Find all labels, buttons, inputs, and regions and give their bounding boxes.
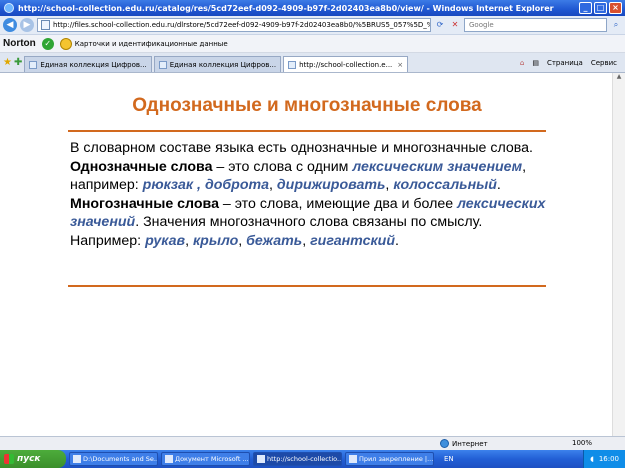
norton-toolbar: Norton ✓ Карточки и идентификационные да… bbox=[0, 35, 625, 53]
separator: , bbox=[193, 177, 205, 193]
example-word: дирижировать bbox=[276, 177, 386, 193]
start-button[interactable]: пуск bbox=[0, 450, 66, 468]
document-icon bbox=[165, 455, 173, 463]
ie-icon bbox=[257, 455, 265, 463]
address-url: http://files.school-collection.edu.ru/dl… bbox=[53, 21, 430, 29]
tab-label: Единая коллекция Цифров... bbox=[169, 60, 277, 69]
presentation-icon bbox=[349, 455, 357, 463]
taskbar-item-presentation[interactable]: Прил закрепление |... bbox=[345, 452, 434, 466]
back-button[interactable]: ◀ bbox=[3, 18, 17, 32]
example-word: колоссальный bbox=[393, 177, 497, 193]
folder-icon bbox=[73, 455, 81, 463]
separator: , bbox=[185, 232, 193, 249]
task-label: Документ Microsoft ... bbox=[175, 455, 249, 463]
search-icon[interactable]: ⌕ bbox=[610, 19, 622, 31]
top-divider bbox=[68, 130, 546, 132]
zone-label: Интернет bbox=[452, 439, 488, 448]
taskbar: пуск D:\Documents and Se... Документ Mic… bbox=[0, 450, 625, 468]
page-menu[interactable]: Страница bbox=[547, 59, 583, 67]
page-heading: Однозначные и многозначные слова bbox=[132, 95, 482, 116]
page-content: Однозначные и многозначные слова В слова… bbox=[0, 73, 612, 436]
zoom-level[interactable]: 100% bbox=[572, 439, 592, 447]
link-lexical-meaning[interactable]: лексическим значением bbox=[352, 159, 522, 175]
norton-check-icon[interactable]: ✓ bbox=[41, 37, 54, 50]
example-word: бежать bbox=[246, 232, 303, 249]
identity-card-icon bbox=[59, 37, 72, 50]
address-field[interactable]: http://files.school-collection.edu.ru/dl… bbox=[37, 18, 431, 32]
taskbar-item-browser[interactable]: http://school-collectio... bbox=[253, 452, 342, 466]
tab-label: http://school-collection.e... bbox=[299, 60, 393, 69]
text: – это слова, имеющие два и более bbox=[218, 195, 458, 212]
security-zone[interactable]: Интернет bbox=[440, 439, 488, 448]
volume-icon[interactable]: ◖ bbox=[590, 455, 594, 463]
tab-1[interactable]: Единая коллекция Цифров... bbox=[24, 56, 152, 72]
system-tray: ◖ 16:00 bbox=[583, 450, 625, 468]
example-word: рукав bbox=[145, 232, 186, 249]
text: . bbox=[496, 177, 501, 193]
language-indicator[interactable]: EN bbox=[444, 455, 454, 463]
intro-paragraph: В словарном составе языка есть однозначн… bbox=[70, 140, 533, 156]
example-word: крыло bbox=[192, 232, 239, 249]
home-icon[interactable]: ⌂ bbox=[520, 59, 524, 67]
windows-logo-icon bbox=[4, 454, 14, 464]
term-single: Однозначные слова bbox=[70, 158, 213, 175]
address-toolbar: ◀ ▶ http://files.school-collection.edu.r… bbox=[0, 16, 625, 35]
stop-icon[interactable]: ✕ bbox=[449, 19, 461, 31]
separator: , bbox=[302, 232, 311, 249]
search-input[interactable]: Google bbox=[464, 18, 607, 32]
favorites-star-icon[interactable]: ★ bbox=[3, 57, 12, 68]
vertical-scrollbar[interactable]: ▲ bbox=[612, 73, 625, 436]
term-multi: Многозначные слова bbox=[70, 195, 219, 212]
task-label: D:\Documents and Se... bbox=[83, 455, 158, 463]
scroll-up-icon[interactable]: ▲ bbox=[613, 73, 625, 83]
tab-page-icon bbox=[29, 60, 38, 69]
globe-icon bbox=[440, 439, 449, 448]
window-title-bar[interactable]: http://school-collection.edu.ru/catalog/… bbox=[0, 0, 625, 16]
clock[interactable]: 16:00 bbox=[599, 455, 619, 463]
cards-button[interactable]: Карточки и идентификационные данные bbox=[59, 37, 228, 50]
taskbar-item-explorer[interactable]: D:\Documents and Se... bbox=[69, 452, 158, 466]
close-button[interactable]: × bbox=[609, 2, 622, 14]
example-word: рюкзак bbox=[142, 177, 194, 193]
start-label: пуск bbox=[17, 454, 41, 464]
page-icon bbox=[41, 20, 50, 30]
print-icon[interactable]: ▤ bbox=[532, 59, 539, 67]
forward-button[interactable]: ▶ bbox=[20, 18, 34, 32]
taskbar-item-word[interactable]: Документ Microsoft ... bbox=[161, 452, 250, 466]
tab-page-icon bbox=[158, 60, 167, 69]
tabs-bar: ★ ✚ Единая коллекция Цифров... Единая ко… bbox=[0, 53, 625, 73]
refresh-icon[interactable]: ⟳ bbox=[434, 19, 446, 31]
task-label: http://school-collectio... bbox=[267, 455, 342, 463]
tab-close-icon[interactable]: × bbox=[397, 61, 403, 69]
bottom-divider bbox=[68, 285, 546, 287]
norton-logo[interactable]: Norton bbox=[3, 38, 36, 49]
task-label: Прил закрепление |... bbox=[359, 455, 434, 463]
add-favorites-icon[interactable]: ✚ bbox=[14, 57, 22, 68]
tab-2[interactable]: Единая коллекция Цифров... bbox=[153, 56, 282, 72]
tab-page-icon bbox=[288, 60, 297, 69]
separator: , bbox=[269, 177, 277, 193]
separator: , bbox=[238, 232, 247, 249]
tools-menu[interactable]: Сервис bbox=[591, 59, 617, 67]
status-bar: Интернет 100% bbox=[0, 436, 625, 450]
minimize-button[interactable]: _ bbox=[579, 2, 592, 14]
cards-label: Карточки и идентификационные данные bbox=[74, 39, 228, 48]
ie-icon bbox=[4, 3, 14, 13]
maximize-button[interactable]: □ bbox=[594, 2, 607, 14]
tab-label: Единая коллекция Цифров... bbox=[40, 60, 147, 69]
article-text: В словарном составе языка есть однозначн… bbox=[70, 139, 550, 250]
tab-3[interactable]: http://school-collection.e... × bbox=[283, 56, 409, 72]
example-word: гигантский bbox=[310, 232, 396, 249]
window-title: http://school-collection.edu.ru/catalog/… bbox=[18, 3, 554, 13]
text: – это слова с одним bbox=[212, 158, 353, 175]
text: . bbox=[395, 232, 399, 249]
example-word: доброта bbox=[204, 177, 269, 193]
